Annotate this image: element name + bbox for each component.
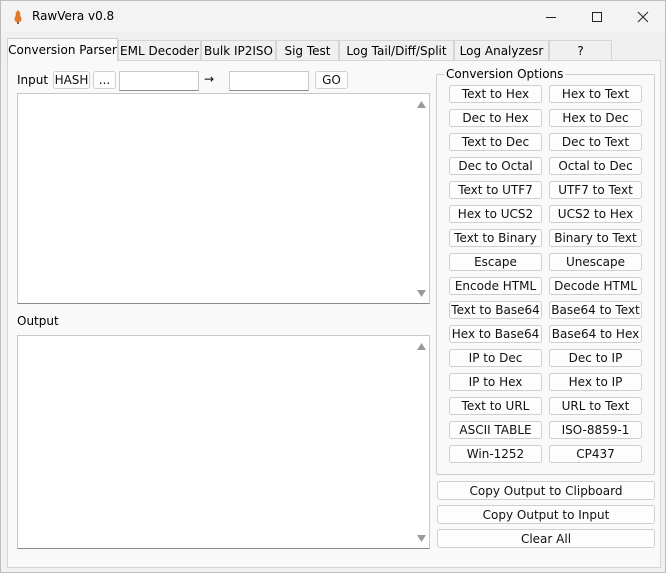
- tab-bulk-ip2iso[interactable]: Bulk IP2ISO: [201, 40, 276, 60]
- text-to-utf7-button[interactable]: Text to UTF7: [449, 181, 542, 199]
- close-icon: [637, 11, 649, 22]
- base64-to-text-button[interactable]: Base64 to Text: [549, 301, 642, 319]
- text-to-hex-button[interactable]: Text to Hex: [449, 85, 542, 103]
- scroll-up-arrow-icon[interactable]: [416, 341, 426, 351]
- text-to-url-button[interactable]: Text to URL: [449, 397, 542, 415]
- text-to-dec-button[interactable]: Text to Dec: [449, 133, 542, 151]
- input-label: Input: [17, 73, 49, 87]
- minimize-icon: [546, 16, 556, 18]
- dec-to-ip-button[interactable]: Dec to IP: [549, 349, 642, 367]
- scroll-up-arrow-icon[interactable]: [416, 99, 426, 109]
- maximize-icon: [592, 11, 602, 22]
- hash-button[interactable]: HASH: [53, 71, 90, 89]
- maximize-button[interactable]: [574, 1, 620, 32]
- tab-log-analyzer[interactable]: Log Analyzesr: [454, 40, 549, 60]
- output-label: Output: [17, 314, 59, 328]
- copy-output-to-input-button[interactable]: Copy Output to Input: [437, 505, 655, 524]
- ip-to-hex-button[interactable]: IP to Hex: [449, 373, 542, 391]
- cp437-button[interactable]: CP437: [549, 445, 642, 463]
- encode-html-button[interactable]: Encode HTML: [449, 277, 542, 295]
- ascii-table-button[interactable]: ASCII TABLE: [449, 421, 542, 439]
- decode-html-button[interactable]: Decode HTML: [549, 277, 642, 295]
- octal-to-dec-button[interactable]: Octal to Dec: [549, 157, 642, 175]
- binary-to-text-button[interactable]: Binary to Text: [549, 229, 642, 247]
- app-window: RawVera v0.8 Conversion Parser EML Decod…: [0, 0, 666, 573]
- hex-to-dec-button[interactable]: Hex to Dec: [549, 109, 642, 127]
- tab-conversion-parser[interactable]: Conversion Parser: [7, 38, 118, 61]
- minimize-button[interactable]: [528, 1, 574, 32]
- app-icon: [14, 10, 22, 24]
- copy-output-to-clipboard-button[interactable]: Copy Output to Clipboard: [437, 481, 655, 500]
- go-button[interactable]: GO: [315, 71, 348, 89]
- browse-button[interactable]: ...: [93, 71, 116, 89]
- arrow-label: →: [204, 72, 215, 86]
- text-to-binary-button[interactable]: Text to Binary: [449, 229, 542, 247]
- input-textarea[interactable]: [17, 93, 430, 304]
- base64-to-hex-button[interactable]: Base64 to Hex: [549, 325, 642, 343]
- utf7-to-text-button[interactable]: UTF7 to Text: [549, 181, 642, 199]
- title-bar: RawVera v0.8: [1, 1, 665, 32]
- dec-to-text-button[interactable]: Dec to Text: [549, 133, 642, 151]
- output-textarea[interactable]: [17, 335, 430, 549]
- dec-to-hex-button[interactable]: Dec to Hex: [449, 109, 542, 127]
- input-field-1[interactable]: [119, 71, 199, 91]
- ip-to-dec-button[interactable]: IP to Dec: [449, 349, 542, 367]
- tab-help[interactable]: ?: [549, 40, 612, 60]
- text-to-base64-button[interactable]: Text to Base64: [449, 301, 542, 319]
- unescape-button[interactable]: Unescape: [549, 253, 642, 271]
- hex-to-ucs2-button[interactable]: Hex to UCS2: [449, 205, 542, 223]
- ucs2-to-hex-button[interactable]: UCS2 to Hex: [549, 205, 642, 223]
- win-1252-button[interactable]: Win-1252: [449, 445, 542, 463]
- iso-8859-1-button[interactable]: ISO-8859-1: [549, 421, 642, 439]
- escape-button[interactable]: Escape: [449, 253, 542, 271]
- scroll-down-arrow-icon[interactable]: [416, 533, 426, 543]
- scroll-down-arrow-icon[interactable]: [416, 288, 426, 298]
- hex-to-ip-button[interactable]: Hex to IP: [549, 373, 642, 391]
- dec-to-octal-button[interactable]: Dec to Octal: [449, 157, 542, 175]
- hex-to-text-button[interactable]: Hex to Text: [549, 85, 642, 103]
- url-to-text-button[interactable]: URL to Text: [549, 397, 642, 415]
- conversion-options-title: Conversion Options: [444, 67, 566, 81]
- close-button[interactable]: [620, 1, 666, 32]
- tab-sig-test[interactable]: Sig Test: [276, 40, 339, 60]
- clear-all-button[interactable]: Clear All: [437, 529, 655, 548]
- window-title: RawVera v0.8: [32, 9, 115, 23]
- input-field-2[interactable]: [229, 71, 309, 91]
- tab-log-tail-diff-split[interactable]: Log Tail/Diff/Split: [339, 40, 454, 60]
- tab-eml-decoder[interactable]: EML Decoder: [118, 40, 201, 60]
- hex-to-base64-button[interactable]: Hex to Base64: [449, 325, 542, 343]
